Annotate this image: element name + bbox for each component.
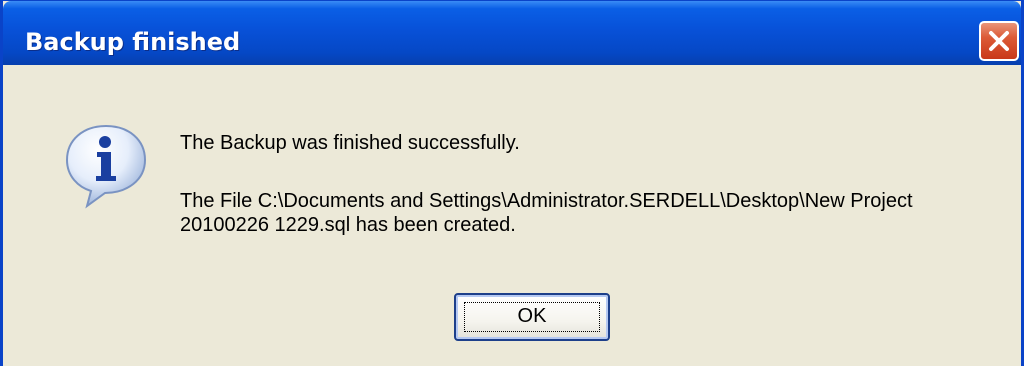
info-icon	[65, 124, 147, 209]
message-line-2: The File C:\Documents and Settings\Admin…	[180, 190, 913, 236]
close-icon	[989, 31, 1009, 51]
ok-button[interactable]: OK	[454, 293, 610, 341]
dialog-window: Backup finished The Backup was finished …	[0, 0, 1024, 366]
close-button[interactable]	[979, 21, 1019, 61]
dialog-body: The Backup was finished successfully. Th…	[3, 65, 1021, 366]
message-line-1: The Backup was finished successfully.	[180, 132, 520, 154]
ok-button-label: OK	[517, 305, 547, 327]
title-bar[interactable]: Backup finished	[3, 1, 1021, 65]
dialog-title: Backup finished	[25, 28, 241, 56]
